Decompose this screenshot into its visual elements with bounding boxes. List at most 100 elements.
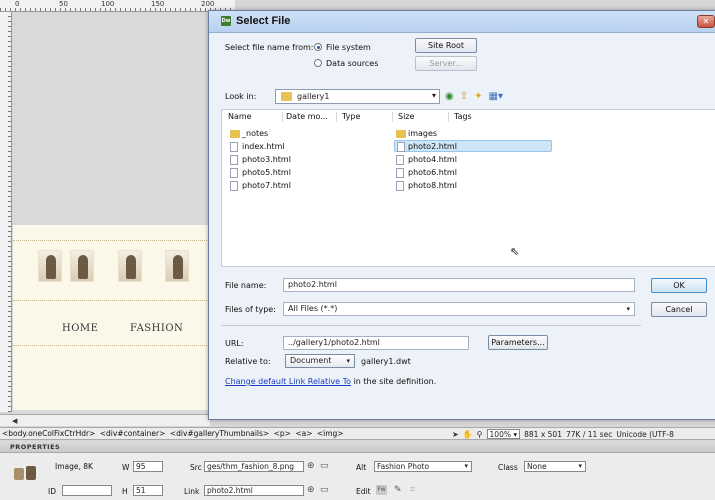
list-item[interactable]: _notes [230, 128, 268, 140]
list-item[interactable]: photo4.html [396, 154, 457, 166]
column-separator [282, 112, 283, 122]
change-default-link[interactable]: Change default Link Relative To [225, 377, 351, 386]
list-item[interactable]: photo6.html [396, 167, 457, 179]
tag-body[interactable]: <body.oneColFixCtrHdr> [2, 429, 95, 438]
relative-to-label: Relative to: [225, 357, 271, 366]
change-link-suffix: in the site definition. [353, 377, 437, 386]
width-field[interactable]: 95 [133, 461, 163, 472]
browse-folder-icon[interactable]: ▭ [320, 485, 329, 495]
up-folder-icon[interactable]: ⇧ [460, 89, 468, 104]
gallery-thumbnail[interactable] [118, 250, 142, 282]
html-file-icon [397, 142, 405, 152]
id-label: ID [48, 487, 56, 496]
zoom-value: 100% [489, 430, 511, 439]
height-field[interactable]: 51 [133, 485, 163, 496]
column-name[interactable]: Name [228, 112, 252, 121]
tag-container[interactable]: <div#container> [100, 429, 166, 438]
html-file-icon [230, 155, 238, 165]
list-item[interactable]: images [396, 128, 437, 140]
id-field[interactable] [62, 485, 112, 496]
view-menu-icon[interactable]: ▦▾ [489, 89, 503, 104]
new-folder-icon[interactable]: ✦ [474, 89, 482, 104]
list-item[interactable]: photo8.html [396, 180, 457, 192]
point-to-file-icon[interactable]: ⊕ [307, 485, 315, 495]
server-button[interactable]: Server... [415, 56, 477, 71]
file-list[interactable]: Name Date mo... Type Size Tags _notes in… [221, 109, 715, 267]
gallery-thumbnail[interactable] [38, 250, 62, 282]
tag-gallery[interactable]: <div#galleryThumbnails> [170, 429, 269, 438]
zoom-icon[interactable]: ⚲ [477, 430, 483, 439]
ruler-mark: 150 [150, 0, 166, 8]
width-label: W [122, 463, 130, 472]
link-field[interactable]: photo2.html [204, 485, 304, 496]
files-of-type-select[interactable]: All Files (*.*) ▾ [283, 302, 635, 316]
column-type[interactable]: Type [342, 112, 360, 121]
column-size[interactable]: Size [398, 112, 414, 121]
properties-panel: PROPERTIES Image, 8K ID W 95 H 51 Src ge… [0, 441, 715, 500]
dialog-titlebar[interactable]: Dw Select File ✕ [209, 11, 715, 33]
list-item[interactable]: photo7.html [230, 180, 291, 192]
site-root-button[interactable]: Site Root [415, 38, 477, 53]
ruler-mark: 50 [58, 0, 69, 8]
src-field[interactable]: ges/thm_fashion_8.png [204, 461, 304, 472]
column-headers: Name Date mo... Type Size Tags [222, 110, 715, 124]
file-system-label[interactable]: File system [326, 43, 371, 52]
parameters-button[interactable]: Parameters... [488, 335, 548, 350]
list-item-selected[interactable]: photo2.html [394, 140, 552, 152]
scroll-left-icon[interactable]: ◀ [12, 417, 17, 425]
folder-icon [281, 92, 292, 101]
class-value: None [527, 462, 547, 471]
list-item[interactable]: photo5.html [230, 167, 291, 179]
look-in-value: gallery1 [297, 92, 330, 101]
html-file-icon [396, 168, 404, 178]
tag-img[interactable]: <img> [317, 429, 344, 438]
class-select[interactable]: None ▾ [524, 461, 586, 472]
gallery-thumbnail[interactable] [165, 250, 189, 282]
edit-image-icon[interactable]: Fw [376, 485, 387, 495]
tag-a[interactable]: <a> [295, 429, 312, 438]
radio-data-sources[interactable] [314, 59, 322, 67]
ok-button[interactable]: OK [651, 278, 707, 293]
folder-icon [230, 130, 240, 138]
horizontal-ruler: 0 50 100 150 200 [0, 0, 235, 12]
navigation-toolbar: ◉ ⇧ ✦ ▦▾ [445, 89, 503, 104]
url-label: URL: [225, 339, 244, 348]
back-icon[interactable]: ◉ [445, 89, 454, 104]
point-to-file-icon[interactable]: ⊕ [307, 461, 315, 471]
url-input[interactable]: ../gallery1/photo2.html [283, 336, 469, 350]
relative-to-select[interactable]: Document ▾ [285, 354, 355, 368]
folder-icon [396, 130, 406, 138]
file-name-input[interactable]: photo2.html [283, 278, 635, 292]
download-size: 77K / 11 sec [565, 429, 613, 439]
hand-icon[interactable]: ✋ [463, 430, 473, 439]
window-size[interactable]: 881 x 501 [524, 430, 562, 439]
tag-p[interactable]: <p> [274, 429, 291, 438]
browse-folder-icon[interactable]: ▭ [320, 461, 329, 471]
cancel-button[interactable]: Cancel [651, 302, 707, 317]
pointer-icon[interactable]: ➤ [452, 430, 459, 439]
close-button[interactable]: ✕ [697, 15, 715, 28]
image-size-label: Image, 8K [55, 462, 93, 471]
gallery-thumbnail[interactable] [70, 250, 94, 282]
list-item[interactable]: photo3.html [230, 154, 291, 166]
crop-icon[interactable]: ⌗ [410, 485, 415, 495]
radio-file-system[interactable] [314, 43, 322, 51]
files-of-type-label: Files of type: [225, 305, 276, 314]
properties-header[interactable]: PROPERTIES [0, 441, 715, 453]
column-date[interactable]: Date mo... [286, 112, 328, 121]
column-tags[interactable]: Tags [454, 112, 472, 121]
nav-home-link[interactable]: HOME [62, 323, 98, 334]
dropdown-arrow-icon: ▾ [464, 462, 468, 470]
look-in-select[interactable]: gallery1 ▾ [275, 89, 440, 104]
zoom-select[interactable]: 100% ▾ [486, 429, 521, 439]
dropdown-arrow-icon: ▾ [431, 91, 436, 100]
vertical-ruler [0, 12, 12, 412]
nav-fashion-link[interactable]: FASHION [130, 323, 183, 334]
list-item[interactable]: index.html [230, 141, 285, 153]
alt-select[interactable]: Fashion Photo ▾ [374, 461, 472, 472]
horizontal-scrollbar[interactable]: ◀ [0, 414, 210, 426]
dreamweaver-icon: Dw [221, 16, 231, 26]
image-settings-icon[interactable]: ✎ [394, 485, 402, 495]
html-file-icon [230, 181, 238, 191]
data-sources-label[interactable]: Data sources [326, 59, 378, 68]
